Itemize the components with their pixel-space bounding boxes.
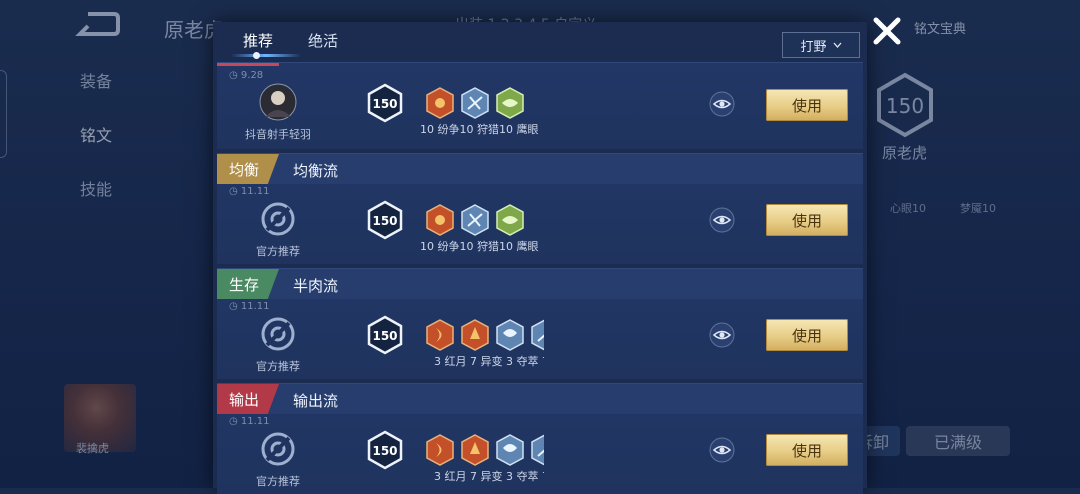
author-name: 抖音射手轻羽 <box>245 128 311 141</box>
tab-bar: 推荐 绝活 打野 <box>213 22 867 60</box>
author-name: 官方推荐 <box>256 245 300 258</box>
use-button[interactable]: 使用 <box>766 204 848 236</box>
rune-list: 3 红月 7 异变 3 夺萃 7 狩 <box>420 434 544 484</box>
svg-text:150: 150 <box>372 214 397 228</box>
eye-icon[interactable] <box>709 322 735 348</box>
back-icon[interactable] <box>74 10 120 38</box>
rune-hunt-icon <box>461 204 489 236</box>
eye-icon[interactable] <box>709 437 735 463</box>
nav-skills[interactable]: 技能 <box>80 176 112 200</box>
rune-list: 10 纷争10 狩猎10 鹰眼 <box>420 87 544 137</box>
close-icon[interactable] <box>868 12 906 50</box>
author-name: 官方推荐 <box>256 360 300 373</box>
use-button[interactable]: 使用 <box>766 89 848 121</box>
rune-set-card: ◷ 9.28 抖音射手轻羽 150 10 纷争10 狩猎10 鹰眼 使用 <box>217 62 863 149</box>
right-rune-label: 心眼10 <box>890 202 926 215</box>
card-style-name: 输出流 <box>293 392 339 410</box>
author-name: 官方推荐 <box>256 475 300 488</box>
right-hero-name: 原老虎 <box>882 144 928 162</box>
svg-text:150: 150 <box>372 97 397 111</box>
rune-plunder-icon <box>496 434 524 466</box>
card-date: ◷ 11.11 <box>229 301 270 312</box>
recommend-panel: 推荐 绝活 打野 ◷ 9.28 抖音射手轻羽 150 10 纷争10 狩猎10 … <box>213 22 867 494</box>
position-filter-dropdown[interactable]: 打野 <box>782 32 860 58</box>
card-date: ◷ 11.11 <box>229 186 270 197</box>
level-hexagon-icon: 150 <box>877 72 933 138</box>
nav-runes[interactable]: 铭文 <box>80 122 112 146</box>
rune-red-moon-icon <box>426 434 454 466</box>
rune-mutation-icon <box>461 434 489 466</box>
rune-hunt-icon <box>461 87 489 119</box>
rune-set-card: 均衡 均衡流 ◷ 11.11 官方推荐 150 10 纷争10 狩猎10 鹰眼 … <box>217 153 863 264</box>
rune-hunt-icon <box>531 434 544 466</box>
eye-icon[interactable] <box>709 207 735 233</box>
rune-red-moon-icon <box>426 319 454 351</box>
official-logo-icon <box>261 432 295 466</box>
card-style-name: 半肉流 <box>293 277 339 295</box>
svg-text:150: 150 <box>372 444 397 458</box>
filter-label: 打野 <box>800 39 827 55</box>
rune-hunt-icon <box>531 319 544 351</box>
tab-specialty[interactable]: 绝活 <box>308 30 338 51</box>
tab-indicator <box>231 54 301 57</box>
eye-icon[interactable] <box>709 91 735 117</box>
svg-text:150: 150 <box>372 329 397 343</box>
official-logo-icon <box>261 202 295 236</box>
rune-list: 3 红月 7 异变 3 夺萃 7 狩 <box>420 319 544 369</box>
level-hexagon-icon: 150 <box>367 83 403 123</box>
rune-eagle-eye-icon <box>496 87 524 119</box>
rune-set-card: 生存 半肉流 ◷ 11.11 官方推荐 150 3 红月 7 异变 3 夺萃 7… <box>217 268 863 379</box>
avatar-name: 裴擒虎 <box>76 442 109 455</box>
rune-mutation-icon <box>461 319 489 351</box>
level-hexagon-icon: 150 <box>367 200 403 240</box>
card-type-strip <box>217 63 279 66</box>
rune-eagle-eye-icon <box>496 204 524 236</box>
rune-counts: 3 红月 7 异变 3 夺萃 7 狩 <box>434 470 544 483</box>
right-rune-label: 梦魇10 <box>960 202 996 215</box>
use-button[interactable]: 使用 <box>766 319 848 351</box>
svg-text:150: 150 <box>886 94 924 118</box>
nav-equipment[interactable]: 装备 <box>80 68 112 92</box>
rune-counts: 10 纷争10 狩猎10 鹰眼 <box>420 240 539 253</box>
use-button[interactable]: 使用 <box>766 434 848 466</box>
level-hexagon-icon: 150 <box>367 315 403 355</box>
tab-recommend[interactable]: 推荐 <box>243 30 273 51</box>
chevron-down-icon <box>833 42 841 48</box>
official-logo-icon <box>261 317 295 351</box>
side-handle[interactable] <box>0 70 7 158</box>
maxed-button[interactable]: 已满级 <box>906 426 1010 456</box>
rune-list: 10 纷争10 狩猎10 鹰眼 <box>420 204 544 254</box>
codex-link[interactable]: 铭文宝典 <box>914 18 966 37</box>
tab-indicator-dot <box>253 52 260 59</box>
author-avatar <box>259 83 297 121</box>
rune-plunder-icon <box>496 319 524 351</box>
rune-fire-icon <box>426 204 454 236</box>
rune-counts: 10 纷争10 狩猎10 鹰眼 <box>420 123 539 136</box>
rune-counts: 3 红月 7 异变 3 夺萃 7 狩 <box>434 355 544 368</box>
level-hexagon-icon: 150 <box>367 430 403 470</box>
card-style-name: 均衡流 <box>293 162 339 180</box>
rune-set-card: 输出 输出流 ◷ 11.11 官方推荐 150 3 红月 7 异变 3 夺萃 7… <box>217 383 863 494</box>
card-date: ◷ 9.28 <box>229 70 264 81</box>
card-date: ◷ 11.11 <box>229 416 270 427</box>
rune-fire-icon <box>426 87 454 119</box>
